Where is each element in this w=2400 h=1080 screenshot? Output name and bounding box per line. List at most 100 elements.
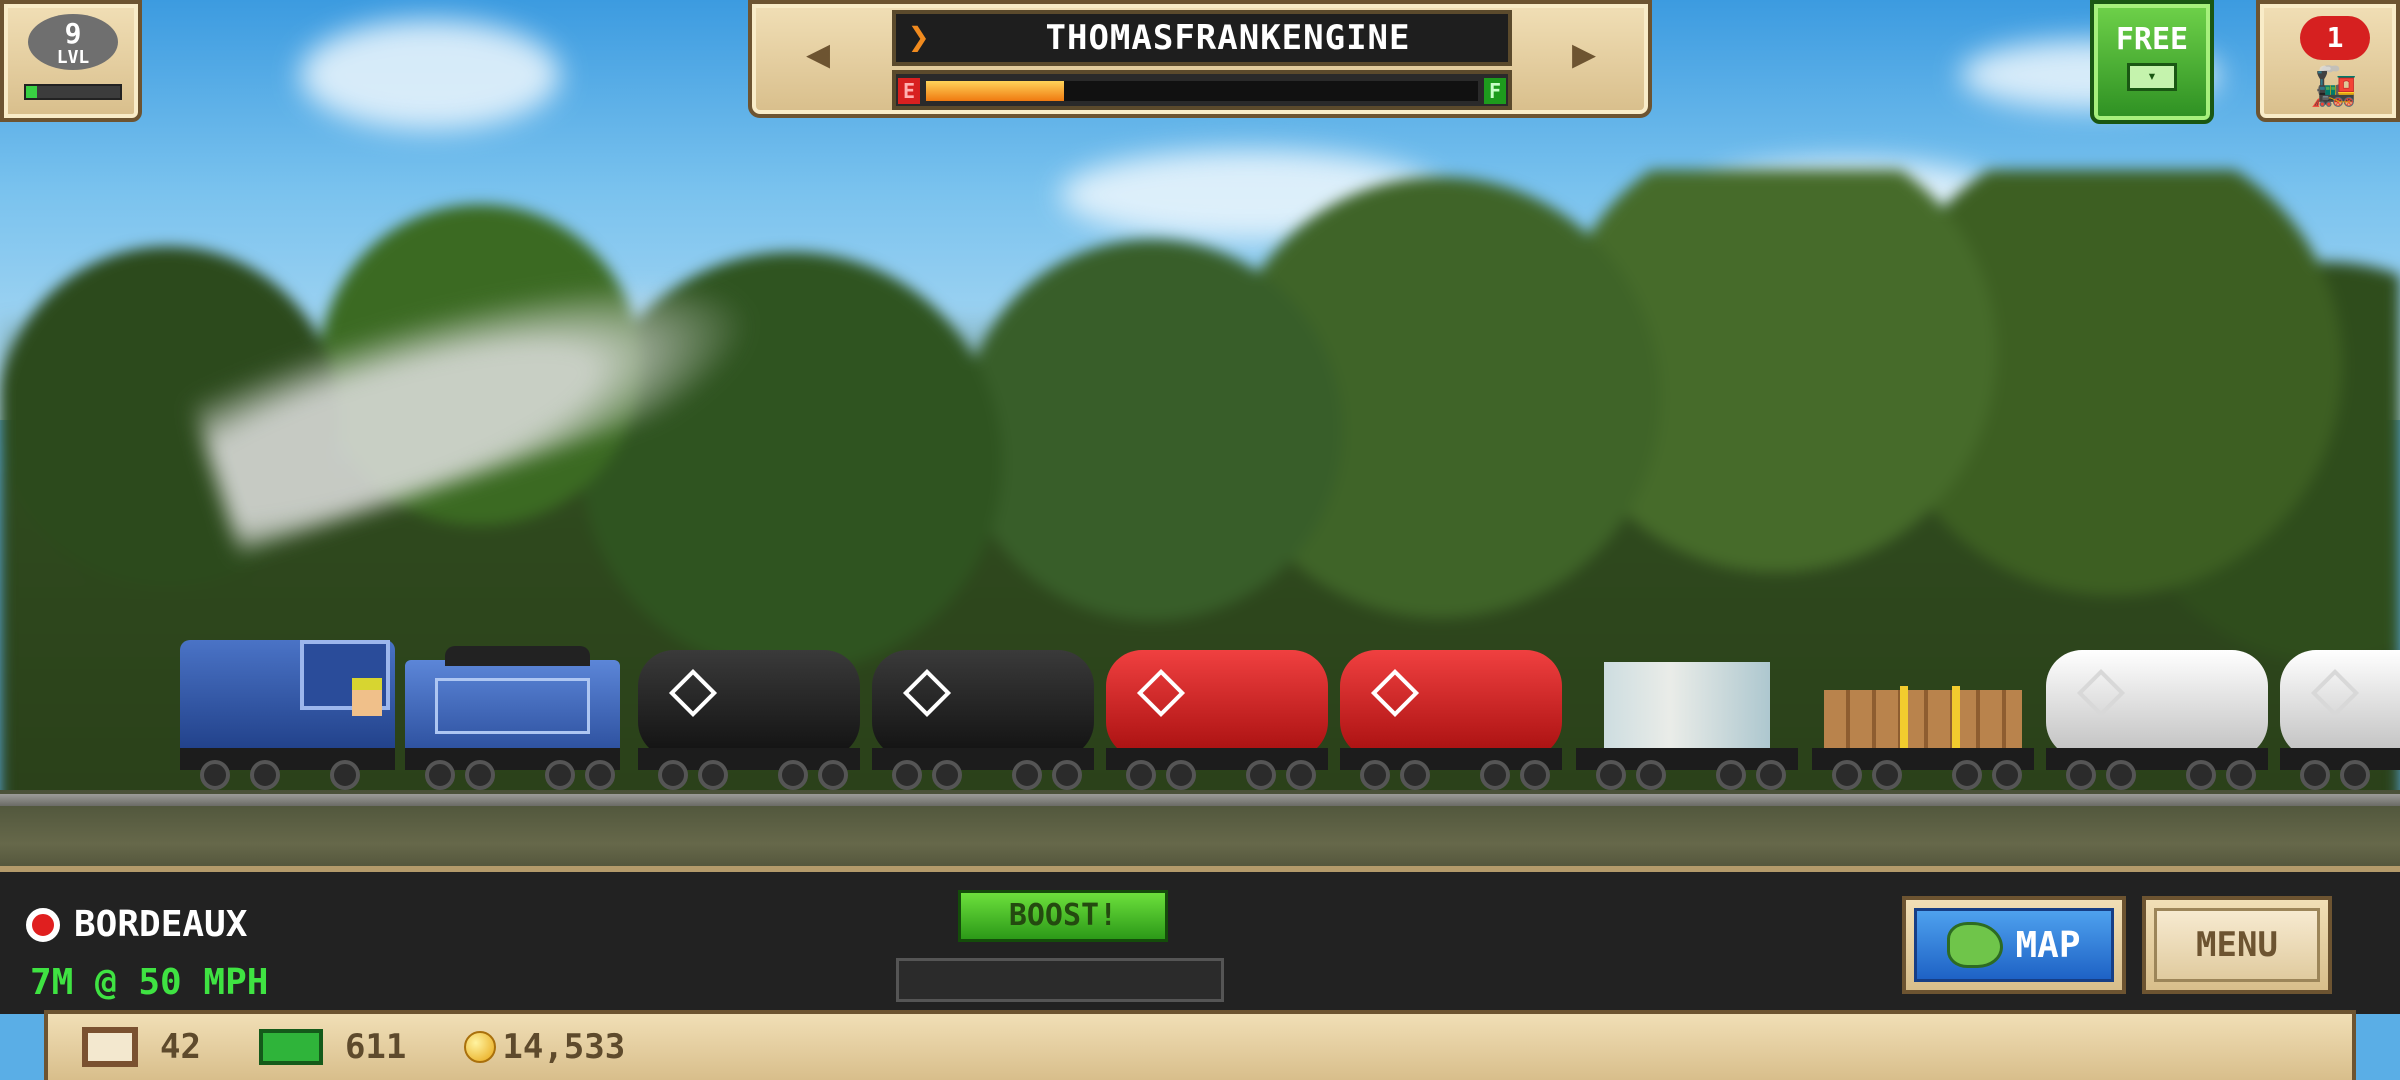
wheel [778,760,808,790]
next-engine-button[interactable]: ▶ [1524,16,1644,92]
wheel [698,760,728,790]
tank-body [638,650,860,758]
coin-icon [464,1031,497,1063]
wheel [1126,760,1156,790]
wheel [1952,760,1982,790]
wheel [330,760,360,790]
wheel [2226,760,2256,790]
right-arrow-icon: ▶ [1571,31,1597,77]
wheel [1012,760,1042,790]
locomotive[interactable] [180,640,395,790]
chassis [2280,748,2400,770]
wheel [1992,760,2022,790]
previous-engine-button[interactable]: ◀ [758,16,878,92]
map-button-face: MAP [1914,908,2114,982]
black-tank-car[interactable] [872,640,1094,790]
crate-flatcar[interactable] [1812,640,2034,790]
wheel [1400,760,1430,790]
black-tank-car[interactable] [638,640,860,790]
level-indicator: 9 LVL [28,14,118,70]
station-marker-icon [26,907,60,942]
coins-count: 14,533 [502,1027,626,1067]
fuel-level-fill [926,81,1064,101]
engine-selector: ◀ ❯ THOMASFRANKENGINE E F ▶ [748,0,1652,118]
wheel [1636,760,1666,790]
wheel [1832,760,1862,790]
level-number: 9 [64,17,82,50]
cash-resource[interactable]: 611 [258,1027,406,1067]
engine-chevron-icon: ❯ [908,17,930,58]
tank-body [872,650,1094,758]
coal-load [445,646,590,666]
wheel [2106,760,2136,790]
resource-bar: 42 611 14,533 [44,1010,2356,1080]
wheel [425,760,455,790]
level-badge[interactable]: 9 LVL [0,0,142,122]
notification-count: 1 [2300,16,2370,60]
menu-label: MENU [2196,925,2278,965]
wheel [1756,760,1786,790]
wheel [1166,760,1196,790]
free-cash-button[interactable]: FREE ▾ [2090,0,2214,124]
wheel [1360,760,1390,790]
station-row: BORDEAUX [26,904,247,945]
menu-button-face: MENU [2154,908,2320,982]
glass-flatcar[interactable] [1576,640,1798,790]
wheel [1716,760,1746,790]
crate-load [1824,690,2022,752]
wheel [1596,760,1626,790]
wheel [250,760,280,790]
map-icon [1947,922,2004,968]
crate-strap [1952,686,1960,752]
glass-load [1604,662,1770,752]
wheel [2066,760,2096,790]
coal-tender[interactable] [405,640,620,790]
train-icon: 🚂 [2310,64,2358,108]
fuel-gauge: E F [892,70,1512,110]
wheel [465,760,495,790]
white-tank-car[interactable] [2280,640,2400,790]
crates-resource[interactable]: 42 [82,1027,201,1067]
boost-button[interactable]: BOOST! [958,890,1168,942]
map-button[interactable]: MAP [1902,896,2126,994]
left-arrow-icon: ◀ [805,31,831,77]
wheel [818,760,848,790]
tank-body [2046,650,2268,758]
crates-count: 42 [160,1027,201,1067]
menu-button[interactable]: MENU [2142,896,2332,994]
wheel [2300,760,2330,790]
wheel [658,760,688,790]
tender-panel [435,678,590,734]
train-notification-button[interactable]: 1 🚂 [2256,0,2400,122]
wheel [1872,760,1902,790]
wheel [1246,760,1276,790]
status-bar: BORDEAUX 7M @ 50 MPH BOOST! MAP MENU [0,866,2400,1014]
red-tank-car[interactable] [1106,640,1328,790]
white-tank-car[interactable] [2046,640,2268,790]
fuel-track [926,81,1478,101]
driver [352,678,382,716]
crate-icon [82,1027,138,1067]
wheel [1286,760,1316,790]
level-label: LVL [56,47,90,68]
wheel [585,760,615,790]
engine-name-box: ❯ THOMASFRANKENGINE [892,10,1512,66]
wheel [932,760,962,790]
crate-strap [1900,686,1908,752]
tank-body [1106,650,1328,758]
wheel [2340,760,2370,790]
boost-meter [896,958,1224,1002]
tank-body [1340,650,1562,758]
fuel-full-label: F [1484,78,1506,104]
free-label: FREE [2115,22,2189,57]
wheel [200,760,230,790]
wheel [1480,760,1510,790]
engine-name: THOMASFRANKENGINE [1045,18,1411,58]
wheel [1520,760,1550,790]
red-tank-car[interactable] [1340,640,1562,790]
level-progress-fill [26,86,38,98]
cash-icon [258,1029,323,1065]
wheel [545,760,575,790]
coins-resource[interactable]: 14,533 [464,1027,625,1067]
wheel [2186,760,2216,790]
